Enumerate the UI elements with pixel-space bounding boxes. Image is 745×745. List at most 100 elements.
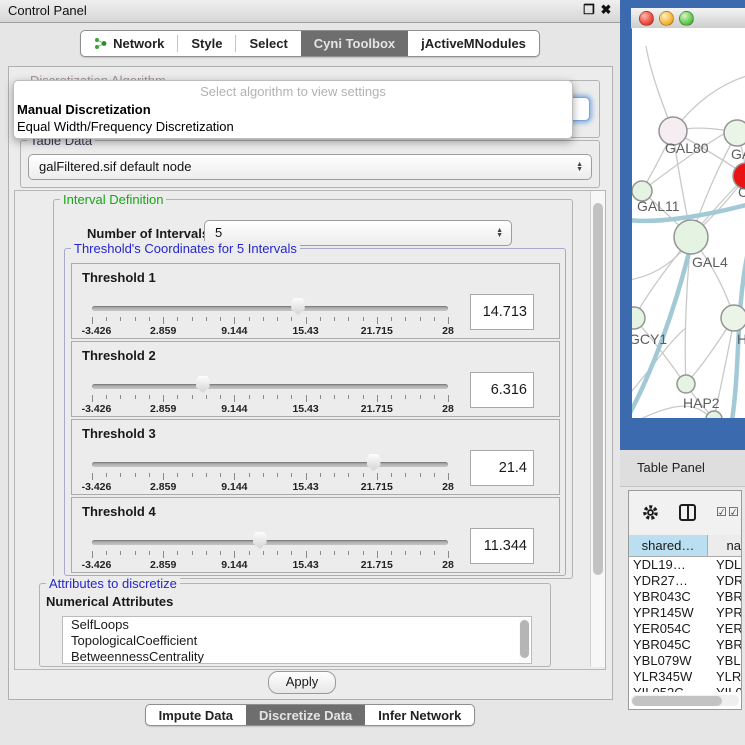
network-node[interactable] [677, 375, 695, 393]
tick-mark [92, 395, 93, 402]
threshold-4-slider[interactable] [92, 532, 448, 550]
tick-mark [363, 473, 364, 477]
table-row[interactable]: YDL19…YDL1 [629, 557, 741, 573]
threshold-2-value-field[interactable]: 6.316 [470, 372, 534, 408]
column-header-name[interactable]: na [708, 535, 741, 557]
tick-mark [277, 551, 278, 555]
combo-spinner-icon[interactable]: ▲▼ [576, 162, 583, 172]
scrollbar-thumb[interactable] [593, 203, 603, 575]
tick-mark [234, 395, 235, 402]
slider-thumb[interactable] [290, 298, 305, 315]
threshold-3-value-field[interactable]: 21.4 [470, 450, 534, 486]
close-icon[interactable]: ✖ [598, 2, 614, 18]
table-row[interactable]: YLR345WYLR3 [629, 669, 741, 685]
tick-mark [206, 551, 207, 555]
minimize-traffic-light[interactable] [659, 11, 674, 26]
scrollbar-thumb[interactable] [520, 620, 529, 658]
tab-network[interactable]: Network [81, 31, 177, 56]
network-canvas[interactable]: GAL80GACGAL11GAL4GCY1HHAP2 [632, 28, 745, 418]
tick-mark [320, 473, 321, 477]
float-window-icon[interactable]: ❐ [581, 2, 597, 18]
list-scrollbar[interactable] [519, 618, 530, 662]
tick-mark [420, 317, 421, 321]
table-row[interactable]: YPR145WYPR1 [629, 605, 741, 621]
threshold-1-slider[interactable] [92, 298, 448, 316]
tick-mark [249, 551, 250, 555]
zoom-traffic-light[interactable] [679, 11, 694, 26]
list-item[interactable]: TopologicalCoefficient [63, 633, 531, 649]
tick-mark [277, 317, 278, 321]
threshold-2-panel: Threshold 2 -3.4262.8599.14415.4321.7152… [71, 341, 560, 417]
slider-track[interactable] [92, 306, 448, 311]
tick-mark [149, 473, 150, 477]
tick-mark [163, 317, 164, 324]
slider-ticks [92, 473, 448, 481]
columns-icon[interactable] [679, 504, 696, 521]
tick-mark [448, 317, 449, 324]
tick-mark [348, 551, 349, 555]
tab-jactivemnodules[interactable]: jActiveMNodules [408, 31, 539, 56]
threshold-3-slider[interactable] [92, 454, 448, 472]
tab-style[interactable]: Style [178, 31, 235, 56]
close-traffic-light[interactable] [639, 11, 654, 26]
tick-mark [263, 473, 264, 477]
table-row[interactable]: YBR043CYBR0 [629, 589, 741, 605]
app-root: Control Panel ❐ ✖ Network Style [0, 0, 745, 745]
combo-spinner-icon[interactable]: ▲▼ [496, 228, 503, 238]
tick-mark [220, 395, 221, 399]
numerical-attributes-list[interactable]: SelfLoops TopologicalCoefficient Between… [62, 616, 532, 664]
slider-thumb[interactable] [252, 532, 267, 549]
slider-thumb[interactable] [366, 454, 381, 471]
slider-track[interactable] [92, 462, 448, 467]
table-row[interactable]: YBL079WYBL0 [629, 653, 741, 669]
tick-mark [192, 317, 193, 321]
thresholds-group: Threshold's Coordinates for 5 Intervals … [64, 248, 566, 576]
table-row[interactable]: YBR045CYBR0 [629, 637, 741, 653]
popup-option-equal-width-frequency[interactable]: Equal Width/Frequency Discretization [17, 119, 234, 134]
threshold-1-value-field[interactable]: 14.713 [470, 294, 534, 330]
slider-track[interactable] [92, 540, 448, 545]
control-panel-titlebar: Control Panel ❐ ✖ [0, 0, 620, 23]
tab-cyni-toolbox[interactable]: Cyni Toolbox [301, 31, 408, 56]
table-row[interactable]: YER054CYER0 [629, 621, 741, 637]
tick-mark [434, 473, 435, 477]
table-row[interactable]: YIL052CYIL0 [629, 685, 741, 692]
checkbox-icon[interactable]: ☑ [716, 505, 727, 519]
checkbox-icon[interactable]: ☑ [728, 505, 739, 519]
list-item[interactable]: SelfLoops [63, 617, 531, 633]
network-node-label: GA [731, 146, 745, 162]
column-header-shared-name[interactable]: shared… [629, 535, 708, 557]
network-node[interactable] [721, 305, 745, 331]
tick-label: 28 [442, 481, 454, 493]
tick-mark [249, 317, 250, 321]
slider-track[interactable] [92, 384, 448, 389]
apply-button[interactable]: Apply [268, 671, 336, 694]
tick-label: 2.859 [150, 325, 176, 337]
network-node[interactable] [632, 307, 645, 329]
scrollbar-thumb[interactable] [632, 696, 722, 706]
table-data-combobox[interactable]: galFiltered.sif default node ▲▼ [28, 154, 592, 180]
tick-mark [249, 473, 250, 477]
network-node[interactable] [674, 220, 708, 254]
tick-mark [377, 395, 378, 402]
tick-label: 28 [442, 325, 454, 337]
gear-icon[interactable] [642, 504, 659, 524]
table-row[interactable]: YDR27…YDR2 [629, 573, 741, 589]
table-panel-title: Table Panel [637, 460, 705, 475]
network-node[interactable] [724, 120, 745, 146]
network-node-label: GCY1 [632, 331, 667, 347]
tick-label: 15.43 [292, 559, 318, 571]
attributes-group-title: Attributes to discretize [46, 576, 180, 591]
tab-infer-network[interactable]: Infer Network [365, 705, 474, 725]
tab-discretize-data[interactable]: Discretize Data [246, 705, 365, 725]
table-horizontal-scrollbar[interactable] [631, 695, 739, 706]
threshold-4-value-field[interactable]: 11.344 [470, 528, 534, 564]
list-item[interactable]: BetweennessCentrality [63, 649, 531, 664]
panel-vertical-scrollbar[interactable] [590, 191, 605, 667]
tick-mark [177, 473, 178, 477]
popup-option-manual-discretization[interactable]: Manual Discretization [17, 102, 151, 117]
slider-thumb[interactable] [195, 376, 210, 393]
threshold-2-slider[interactable] [92, 376, 448, 394]
tab-select[interactable]: Select [236, 31, 300, 56]
tab-impute-data[interactable]: Impute Data [146, 705, 246, 725]
